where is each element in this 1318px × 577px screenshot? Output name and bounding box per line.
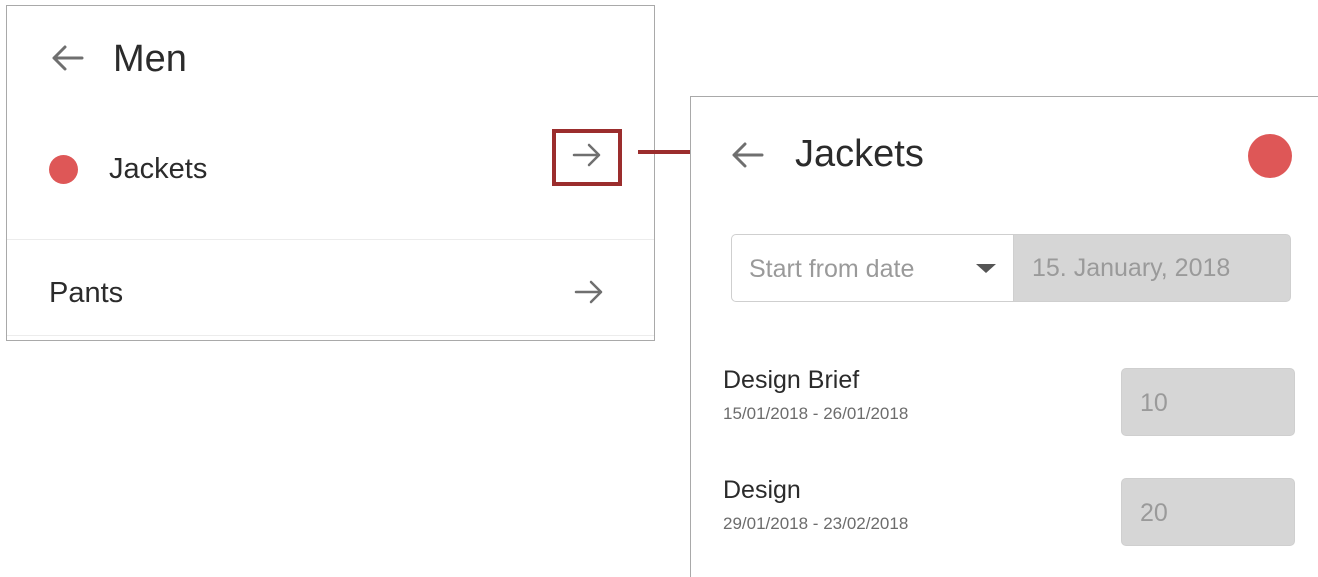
- start-date-group: Start from date 15. January, 2018: [731, 234, 1291, 302]
- caret-down-icon: [976, 264, 996, 273]
- task-date-range: 29/01/2018 - 23/02/2018: [723, 514, 909, 533]
- arrow-right-icon: [574, 279, 604, 310]
- start-date-value: 15. January, 2018: [1032, 254, 1231, 282]
- list-item-pants[interactable]: Pants: [7, 240, 654, 336]
- status-dot: [1248, 134, 1292, 178]
- list-item-label: Pants: [49, 277, 124, 309]
- open-jackets-button[interactable]: [552, 129, 622, 186]
- men-panel: Men Jackets Pants: [6, 5, 655, 341]
- task-row: Design Brief 15/01/2018 - 26/01/2018 10: [723, 365, 1303, 445]
- list-item-jackets[interactable]: Jackets: [7, 116, 654, 240]
- task-name: Design Brief: [723, 366, 860, 394]
- arrow-left-icon[interactable]: [727, 135, 767, 175]
- start-from-date-select[interactable]: Start from date: [731, 234, 1013, 302]
- page-title: Men: [113, 38, 187, 80]
- status-dot: [49, 155, 78, 184]
- task-name: Design: [723, 476, 801, 504]
- task-row: Design 29/01/2018 - 23/02/2018 20: [723, 475, 1303, 555]
- task-duration-field[interactable]: 20: [1121, 478, 1295, 546]
- task-date-range: 15/01/2018 - 26/01/2018: [723, 404, 909, 423]
- open-pants-button[interactable]: [569, 276, 609, 312]
- list-item-label: Jackets: [109, 153, 208, 185]
- task-duration-field[interactable]: 10: [1121, 368, 1295, 436]
- select-label: Start from date: [749, 255, 915, 283]
- task-duration-value: 10: [1140, 389, 1168, 417]
- arrow-left-icon[interactable]: [47, 38, 87, 78]
- task-duration-value: 20: [1140, 499, 1168, 527]
- arrow-right-icon: [572, 142, 602, 173]
- men-header: Men: [7, 6, 654, 116]
- jackets-panel: Jackets Start from date 15. January, 201…: [690, 96, 1318, 577]
- start-date-field[interactable]: 15. January, 2018: [1013, 234, 1291, 302]
- page-title: Jackets: [795, 133, 924, 175]
